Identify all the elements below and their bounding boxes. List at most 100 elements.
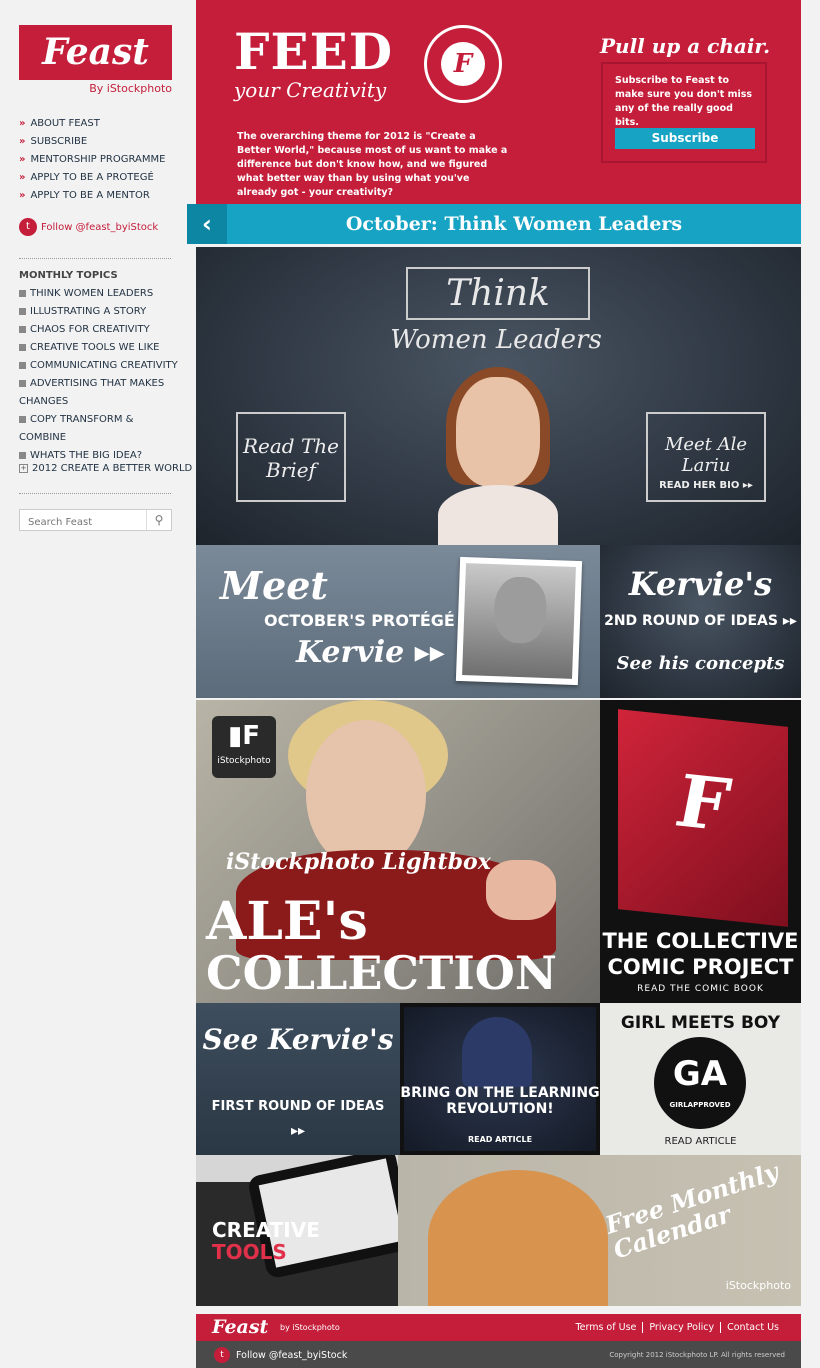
topic-label: COMMUNICATING CREATIVITY xyxy=(30,360,178,371)
privacy-link[interactable]: Privacy Policy xyxy=(642,1322,720,1333)
ales-heading: ALE's xyxy=(206,891,368,952)
meet-protege-tile[interactable]: Meet OCTOBER'S PROTÉGÉ Kervie ▸▸ xyxy=(196,545,600,698)
topic-label: 2012 CREATE A BETTER WORLD xyxy=(32,463,193,474)
twitter-icon: t xyxy=(19,218,37,236)
girl-approved-seal: GA GIRLAPPROVED xyxy=(654,1037,746,1129)
kervie-photo xyxy=(455,556,583,686)
comic-title: THE COLLECTIVE COMIC PROJECT xyxy=(602,929,799,979)
creative-label: CREATIVE xyxy=(212,1218,320,1242)
collective-comic-tile[interactable]: F THE COLLECTIVE COMIC PROJECT READ THE … xyxy=(600,700,801,1003)
girl-meets-boy-tile[interactable]: GIRL MEETS BOY GA GIRLAPPROVED READ ARTI… xyxy=(600,1003,801,1155)
creative-tools-title: CREATIVE TOOLS xyxy=(212,1219,320,1263)
nav-item-about[interactable]: » ABOUT FEAST xyxy=(19,115,179,133)
search-input[interactable] xyxy=(20,512,148,533)
topic-item[interactable]: CREATIVE TOOLS WE LIKE xyxy=(19,339,179,357)
istockphoto-brand: iStockphoto xyxy=(725,1279,791,1292)
protege-name: Kervie ▸▸ xyxy=(296,635,445,670)
girl-approved-label: GIRLAPPROVED xyxy=(669,1101,731,1109)
badge-label: iStockphoto xyxy=(217,756,271,766)
raquo-icon: » xyxy=(19,190,26,201)
double-arrow-icon: ▸▸ xyxy=(290,1123,306,1139)
graduate-figure xyxy=(462,1017,532,1087)
search-box: ⚲ xyxy=(19,509,172,533)
second-round-ideas-tile[interactable]: Kervie's 2ND ROUND OF IDEAS ▸▸ See his c… xyxy=(600,545,801,698)
istockphoto-badge: ▮F iStockphoto xyxy=(212,716,276,778)
ale-portrait xyxy=(438,367,558,545)
topic-create-better-world[interactable]: +2012 CREATE A BETTER WORLD xyxy=(19,463,192,474)
collection-heading: COLLECTION xyxy=(206,946,557,1000)
bullet-square-icon xyxy=(19,451,26,459)
face-shape xyxy=(456,377,540,487)
nav-item-label: ABOUT FEAST xyxy=(30,118,100,129)
divider xyxy=(19,493,171,494)
topic-item[interactable]: ADVERTISING THAT MAKES CHANGES xyxy=(19,375,179,411)
creative-tools-tile[interactable]: CREATIVE TOOLS xyxy=(196,1155,398,1306)
feast-logo[interactable]: Feast xyxy=(19,25,172,80)
feast-f-icon: F xyxy=(677,757,729,848)
topic-label: WHATS THE BIG IDEA? xyxy=(30,450,143,461)
search-icon[interactable]: ⚲ xyxy=(146,510,171,530)
nav-item-apply-mentor[interactable]: » APPLY TO BE A MENTOR xyxy=(19,187,179,205)
topic-item[interactable]: ILLUSTRATING A STORY xyxy=(19,303,179,321)
see-concepts-label: See his concepts xyxy=(616,653,785,674)
footer: Feast by iStockphoto Terms of Use Privac… xyxy=(196,1314,801,1368)
see-first-round-tile[interactable]: See Kervie's FIRST ROUND OF IDEAS ▸▸ xyxy=(196,1003,400,1155)
feed-title: FEED xyxy=(234,22,394,81)
face-shape xyxy=(306,720,426,870)
octobers-protege-label: OCTOBER'S PROTÉGÉ xyxy=(264,611,455,630)
main-nav: » ABOUT FEAST » SUBSCRIBE » MENTORSHIP PROG… xyxy=(19,115,179,205)
ga-logo: GA xyxy=(672,1054,728,1094)
see-kervies-heading: See Kervie's xyxy=(202,1023,394,1056)
read-article-label: READ ARTICLE xyxy=(467,1135,533,1144)
meet-ale-link[interactable]: Meet Ale Lariu READ HER BIO ▸▸ xyxy=(646,412,766,502)
nav-item-apply-protege[interactable]: » APPLY TO BE A PROTEGÉ xyxy=(19,169,179,187)
raquo-icon: » xyxy=(19,118,26,129)
read-bio-label: READ HER BIO ▸▸ xyxy=(659,480,753,491)
subscribe-panel: Subscribe to Feast to make sure you don'… xyxy=(601,62,767,163)
free-calendar-tile[interactable]: Free Monthly Calendar iStockphoto xyxy=(398,1155,801,1306)
read-article-label: READ ARTICLE xyxy=(664,1136,737,1147)
topic-label: CREATIVE TOOLS WE LIKE xyxy=(30,342,160,353)
topic-item[interactable]: CHAOS FOR CREATIVITY xyxy=(19,321,179,339)
comic-book-cover: F xyxy=(618,709,788,927)
bullet-square-icon xyxy=(19,361,26,369)
follow-label: Follow @feast_byiStock xyxy=(41,221,159,233)
topic-label: COPY TRANSFORM & COMBINE xyxy=(19,414,134,443)
fist-shape xyxy=(486,860,556,920)
feed-subtitle: your Creativity xyxy=(234,78,387,102)
read-brief-link[interactable]: Read The Brief xyxy=(236,412,346,502)
prev-month-arrow-icon[interactable]: ‹ xyxy=(187,204,227,244)
ale-collection-tile[interactable]: ▮F iStockphoto iStockphoto Lightbox ALE's… xyxy=(196,700,600,1003)
copyright: Copyright 2012 iStockphoto LP. All right… xyxy=(609,1351,785,1359)
bullet-square-icon xyxy=(19,307,26,315)
footer-logo[interactable]: Feast xyxy=(212,1316,268,1338)
topic-item[interactable]: COPY TRANSFORM & COMBINE xyxy=(19,411,179,447)
footer-twitter-link[interactable]: t Follow @feast_byiStock xyxy=(214,1347,347,1363)
subscribe-button[interactable]: Subscribe xyxy=(615,128,755,149)
twitter-follow-link[interactable]: t Follow @feast_byiStock xyxy=(19,218,158,236)
subscribe-text: Subscribe to Feast to make sure you don'… xyxy=(615,75,753,128)
topics-list: THINK WOMEN LEADERS ILLUSTRATING A STORY… xyxy=(19,285,179,465)
learning-revolution-tile[interactable]: BRING ON THE LEARNING REVOLUTION! READ A… xyxy=(400,1003,600,1155)
learning-revolution-title: BRING ON THE LEARNING REVOLUTION! xyxy=(400,1085,600,1117)
nav-item-subscribe[interactable]: » SUBSCRIBE xyxy=(19,133,179,151)
body-shape xyxy=(438,485,558,545)
topic-item[interactable]: COMMUNICATING CREATIVITY xyxy=(19,357,179,375)
kervies-heading: Kervie's xyxy=(628,565,773,603)
expand-plus-icon: + xyxy=(19,463,28,473)
hero-think-women-leaders: Think Women Leaders Read The Brief Meet … xyxy=(196,247,801,545)
raquo-icon: » xyxy=(19,172,26,183)
photo-inner xyxy=(462,563,576,679)
topic-label: CHAOS FOR CREATIVITY xyxy=(30,324,150,335)
first-round-label: FIRST ROUND OF IDEAS xyxy=(211,1099,385,1114)
topic-label: ILLUSTRATING A STORY xyxy=(30,306,147,317)
footer-links: Terms of Use Privacy Policy Contact Us xyxy=(569,1322,785,1333)
meet-ale-label: Meet Ale Lariu xyxy=(664,434,748,476)
feast-f-icon: F xyxy=(441,42,485,86)
terms-link[interactable]: Terms of Use xyxy=(569,1322,642,1333)
intro-text: The overarching theme for 2012 is "Creat… xyxy=(237,131,508,198)
nav-item-mentorship[interactable]: » MENTORSHIP PROGRAMME xyxy=(19,151,179,169)
topic-label: ADVERTISING THAT MAKES CHANGES xyxy=(19,378,165,407)
contact-link[interactable]: Contact Us xyxy=(720,1322,785,1333)
topic-item[interactable]: THINK WOMEN LEADERS xyxy=(19,285,179,303)
